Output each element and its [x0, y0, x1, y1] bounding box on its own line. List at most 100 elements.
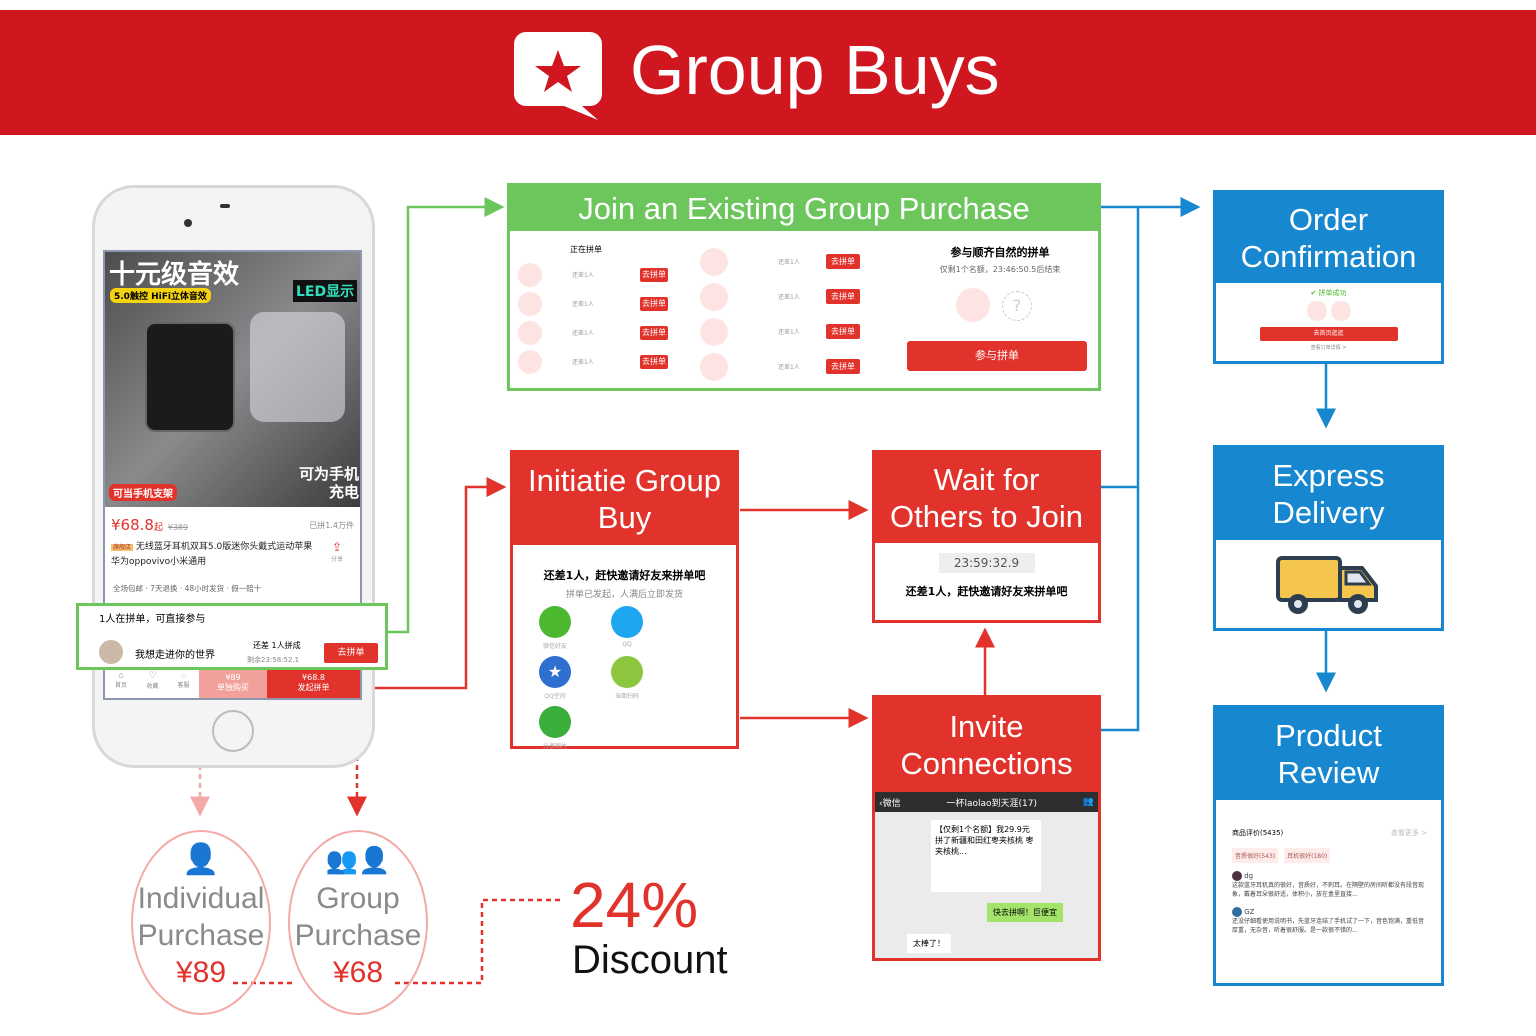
- join-group-main-button[interactable]: 参与拼单: [907, 341, 1087, 371]
- back-button[interactable]: ‹微信: [879, 796, 901, 809]
- go-home-button[interactable]: 去首页逛逛: [1259, 327, 1398, 341]
- wait-prompt: 还差1人，赶快邀请好友来拼单吧: [905, 585, 1068, 598]
- review-tags: 音质很好(543) 耳机很好(180): [1216, 838, 1441, 863]
- home-icon: ⌂: [118, 670, 124, 680]
- earbud-case-dark: [145, 322, 235, 432]
- join-need: 还差 1人拼成: [253, 641, 301, 650]
- shared-card[interactable]: 【仅剩1个名额】我29.9元拼了新疆和田红枣夹核桃 枣夹核桃...: [931, 820, 1041, 892]
- banner-title: 十元级音效: [109, 260, 240, 290]
- group-list-left: 还差1人 去拼单 还差1人 去拼单 还差1人 去拼单 还差1人 去拼单: [518, 260, 668, 376]
- qzone-star-icon: ★: [539, 656, 571, 688]
- share-qzone[interactable]: ★ QQ空间: [519, 656, 591, 700]
- bottom-bar: ⌂ 首页 ♡ 收藏 ◌ 客服 ¥89 单独购买 ¥68.8 发起拼单: [105, 670, 360, 698]
- initiate-box: Initiatie Group Buy 还差1人，赶快邀请好友来拼单吧 拼单已发…: [510, 450, 739, 750]
- product-image[interactable]: 十元级音效 5.0触控 HiFi立体音效 LED显示 可当手机支架 可为手机充电: [105, 252, 360, 507]
- chat-message-sent: 快去拼啊！巨便宜: [987, 903, 1063, 922]
- review-item: dg 这款蓝牙耳机真的很好，音质好，不刺耳。在隔壁的房间听都没有段音现象，戴着耳朵…: [1232, 871, 1425, 898]
- go-join-button[interactable]: 去拼单: [826, 289, 860, 304]
- earbud-case-clear: [250, 312, 345, 422]
- group-list-right: 还差1人 去拼单 还差1人 去拼单 还差1人 去拼单 还差1人 去拼单: [700, 244, 860, 384]
- invite-title: Invite Connections: [875, 698, 1098, 792]
- join-group-button[interactable]: 去拼单: [324, 643, 378, 663]
- product-review-title: Product Review: [1216, 708, 1441, 800]
- order-confirmation-title: Order Confirmation: [1216, 193, 1441, 283]
- join-existing-panel: 1人在拼单，可直接参与 我想走进你的世界 还差 1人拼成 剩余23:58:52.…: [76, 603, 388, 670]
- join-existing-title: Join an Existing Group Purchase: [510, 186, 1098, 231]
- price: ¥68.8起 ¥389: [111, 516, 189, 534]
- group-purchase-circle: 👥👤 Group Purchase ¥68: [288, 830, 428, 1015]
- go-join-button[interactable]: 去拼单: [640, 267, 668, 282]
- order-detail-link[interactable]: 查看订单详情 >: [1216, 344, 1441, 351]
- banner-charge: 可为手机充电: [298, 465, 359, 501]
- qq-icon: [611, 606, 643, 638]
- arrow-to-join: [388, 197, 505, 634]
- share-qq[interactable]: QQ: [591, 606, 663, 650]
- nav-service[interactable]: ◌ 客服: [168, 670, 199, 698]
- phone-speaker: [220, 204, 230, 208]
- blue-bus: [1100, 207, 1140, 732]
- share-button[interactable]: ⇪ 分享: [331, 540, 343, 563]
- group-members-icon[interactable]: 👥: [1083, 797, 1094, 807]
- group-price: ¥68: [332, 956, 384, 989]
- delivery-truck-icon: [1275, 556, 1378, 614]
- go-join-button[interactable]: 去拼单: [826, 359, 860, 374]
- nav-favorite[interactable]: ♡ 收藏: [137, 670, 168, 698]
- single-person-icon: 👤: [182, 843, 220, 876]
- go-join-button[interactable]: 去拼单: [640, 354, 668, 369]
- chat-message-received: 太棒了！: [907, 934, 951, 953]
- banner-tag: 5.0触控 HiFi立体音效: [110, 288, 211, 303]
- join-remaining: 剩余23:58:52.1: [247, 656, 300, 664]
- wait-title: Wait for Others to Join: [875, 453, 1098, 543]
- nav-home[interactable]: ⌂ 首页: [105, 670, 137, 698]
- invite-box: Invite Connections ‹微信 一杯laolao到天涯(17) 👥 【…: [872, 695, 1101, 961]
- invite-subtitle: 拼单已发起，人满后立即发货: [565, 590, 683, 600]
- group-people-icon: 👥👤: [325, 845, 391, 875]
- banner-stand: 可当手机支架: [109, 484, 177, 501]
- heart-icon: ♡: [148, 670, 157, 680]
- order-confirmation-box: Order Confirmation ✔ 拼单成功 去首页逛逛 查看订单详情 >: [1213, 190, 1444, 364]
- wait-box: Wait for Others to Join 23:59:32.9 还差1人，…: [872, 450, 1101, 623]
- avatar: [99, 640, 123, 664]
- phone-home-button: [212, 710, 254, 752]
- individual-price: ¥89: [175, 956, 227, 989]
- individual-purchase-circle: 👤 Individual Purchase ¥89: [131, 830, 271, 1015]
- list-title: 正在拼单: [570, 245, 602, 254]
- go-join-button[interactable]: 去拼单: [826, 324, 860, 339]
- initiate-title: Initiatie Group Buy: [513, 453, 736, 545]
- share-image[interactable]: 分享图片: [519, 706, 591, 750]
- discount-value: 24%: [570, 869, 699, 941]
- success-status: ✔ 拼单成功: [1310, 289, 1347, 297]
- go-join-button[interactable]: 去拼单: [640, 325, 668, 340]
- join-title: 1人在拼单，可直接参与: [99, 614, 206, 625]
- qrcode-icon: [611, 656, 643, 688]
- product-review-box: Product Review 商品评价(5435) 查看更多 > 音质很好(543…: [1213, 705, 1444, 986]
- wechat-icon: [539, 606, 571, 638]
- avatar: [956, 288, 990, 322]
- product-name: 旗舰店 无线蓝牙耳机双耳5.0版迷你头戴式运动苹果华为oppovivo小米通用: [111, 542, 313, 567]
- image-icon: [539, 706, 571, 738]
- join-user: 我想走进你的世界: [135, 650, 215, 661]
- review-header: 商品评价(5435) 查看更多 >: [1232, 828, 1427, 838]
- join-existing-box: Join an Existing Group Purchase 正在拼单 还差1…: [507, 183, 1101, 391]
- join-right-title: 参与顺齐自然的拼单: [950, 246, 1050, 259]
- countdown-timer: 23:59:32.9: [938, 553, 1035, 573]
- chat-icon: ◌: [180, 670, 187, 680]
- phone-camera: [184, 219, 192, 227]
- go-join-button[interactable]: 去拼单: [640, 296, 668, 311]
- review-item: GZ 还没仔细看使用说明书，先蓝牙连结了手机试了一下，音色饱满，重低音厚重，无杂音…: [1232, 907, 1425, 934]
- share-qrcode[interactable]: 当面扫码: [591, 656, 663, 706]
- share-options: 微信好友 QQ ★ QQ空间 当面扫码 分享图片: [513, 600, 736, 750]
- chat-header: ‹微信 一杯laolao到天涯(17) 👥: [875, 792, 1098, 812]
- go-join-button[interactable]: 去拼单: [826, 254, 860, 269]
- empty-slot: ?: [1002, 291, 1032, 321]
- service-badges: 全场包邮 · 7天退换 · 48小时发货 · 假一赔十: [113, 584, 262, 593]
- solo-buy-button[interactable]: ¥89 单独购买: [199, 670, 267, 698]
- see-more-link[interactable]: 查看更多 >: [1391, 828, 1427, 838]
- express-delivery-box: Express Delivery: [1213, 445, 1444, 631]
- invite-prompt: 还差1人，赶快邀请好友来拼单吧: [543, 569, 706, 582]
- share-wechat[interactable]: 微信好友: [519, 606, 591, 650]
- start-group-button[interactable]: ¥68.8 发起拼单: [267, 670, 360, 698]
- banner-led: LED显示: [293, 280, 358, 302]
- express-delivery-title: Express Delivery: [1216, 448, 1441, 540]
- join-right-subtitle: 仅剩1个名额，23:46:50.5后结束: [939, 265, 1061, 274]
